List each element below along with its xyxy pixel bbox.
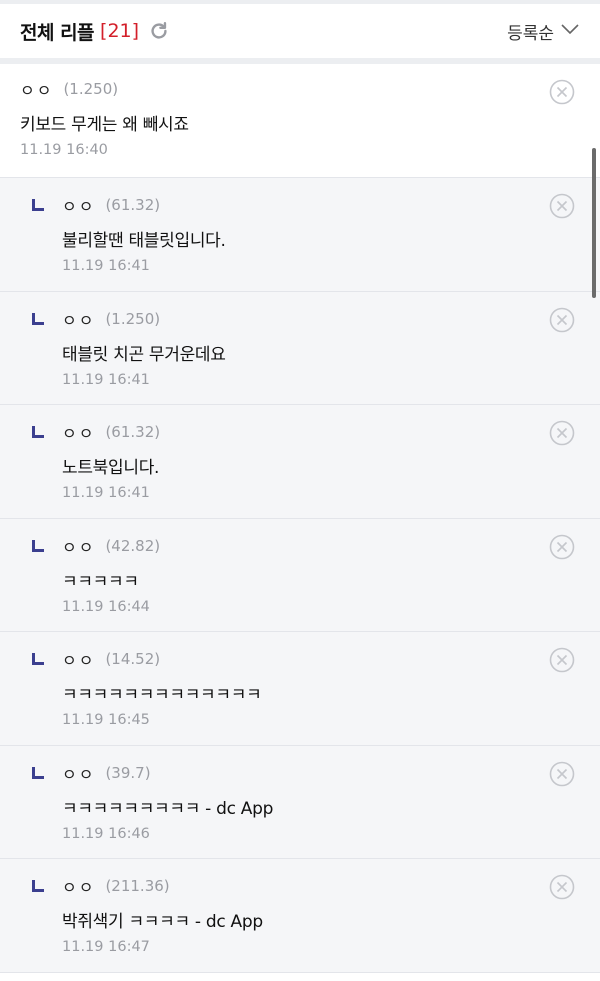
comment-date: 11.19 16:44: [62, 598, 150, 615]
reply-arrow-icon: [32, 310, 44, 325]
delete-icon[interactable]: [548, 419, 576, 447]
comment-meta: ㅇㅇ (39.7): [62, 762, 580, 784]
sort-dropdown[interactable]: 등록순: [507, 19, 580, 44]
comment-content: 키보드 무게는 왜 빼시죠: [20, 115, 189, 135]
comment-content: ㅋㅋㅋㅋㅋ: [62, 571, 139, 592]
comment-ip: (61.32): [105, 423, 161, 441]
comment-meta: ㅇㅇ (1.250): [20, 78, 580, 100]
comment-nickname[interactable]: ㅇㅇ: [62, 647, 95, 671]
comment-content: ㅋㅋㅋㅋㅋㅋㅋㅋㅋㅋㅋㅋㅋ: [62, 685, 262, 705]
comment-date: 11.19 16:46: [62, 825, 150, 842]
comment-ip: (1.250): [105, 309, 161, 328]
comment-date: 11.19 16:47: [62, 939, 150, 955]
reply-arrow-icon: [32, 764, 44, 779]
reply-arrow-icon: [32, 537, 44, 552]
scrollbar[interactable]: [592, 148, 596, 298]
comment-nickname[interactable]: ㅇㅇ: [20, 77, 53, 101]
comment-date: 11.19 16:40: [20, 142, 108, 158]
reply-item: ㅇㅇ (39.7) ㅋㅋㅋㅋㅋㅋㅋㅋㅋ - dc App 11.19 16:46: [0, 745, 600, 859]
header-title: 전체 리플: [20, 21, 95, 44]
comment-date: 11.19 16:41: [62, 371, 150, 388]
comment-ip: (42.82): [105, 536, 161, 555]
reply-arrow-icon: [32, 196, 44, 211]
delete-icon[interactable]: [548, 646, 576, 674]
sort-label: 등록순: [507, 23, 554, 44]
delete-icon[interactable]: [548, 192, 576, 220]
comment-nickname[interactable]: ㅇㅇ: [62, 193, 95, 217]
reply-item: ㅇㅇ (61.32) 불리할땐 태블릿입니다. 11.19 16:41: [0, 178, 600, 292]
comment-meta: ㅇㅇ (1.250): [62, 308, 580, 330]
comment-nickname[interactable]: ㅇㅇ: [62, 534, 95, 558]
comment-nickname[interactable]: ㅇㅇ: [62, 874, 95, 898]
reply-item: ㅇㅇ (42.82) ㅋㅋㅋㅋㅋ 11.19 16:44: [0, 518, 600, 632]
comment-ip: (14.52): [105, 650, 161, 668]
reply-item: ㅇㅇ (14.52) ㅋㅋㅋㅋㅋㅋㅋㅋㅋㅋㅋㅋㅋ 11.19 16:45: [0, 632, 600, 746]
reply-arrow-icon: [32, 650, 44, 665]
delete-icon[interactable]: [548, 873, 576, 901]
reply-item: ㅇㅇ (1.250) 태블릿 치곤 무거운데요 11.19 16:41: [0, 291, 600, 405]
comment-content: 노트북입니다.: [62, 458, 160, 478]
comment-date: 11.19 16:45: [62, 712, 150, 728]
comment-nickname[interactable]: ㅇㅇ: [62, 761, 95, 785]
comment-meta: ㅇㅇ (42.82): [62, 535, 580, 557]
comment-content: 박쥐색기 ㅋㅋㅋㅋ - dc App: [62, 912, 263, 932]
comment-item: ㅇㅇ (1.250) 키보드 무게는 왜 빼시죠 11.19 16:40: [0, 64, 600, 178]
comment-ip: (1.250): [63, 80, 119, 98]
comment-meta: ㅇㅇ (61.32): [62, 194, 580, 216]
comment-ip: (61.32): [105, 196, 161, 214]
reply-item: ㅇㅇ (61.32) 노트북입니다. 11.19 16:41: [0, 405, 600, 519]
comment-meta: ㅇㅇ (61.32): [62, 421, 580, 443]
comment-meta: ㅇㅇ (14.52): [62, 648, 580, 670]
comment-list: ㅇㅇ (1.250) 키보드 무게는 왜 빼시죠 11.19 16:40 ㅇㅇ (61.3…: [0, 64, 600, 973]
comment-meta: ㅇㅇ (211.36): [62, 875, 580, 897]
comment-date: 11.19 16:41: [62, 485, 150, 501]
chevron-down-icon: [560, 21, 580, 41]
delete-icon[interactable]: [548, 78, 576, 106]
comment-ip: (39.7): [105, 763, 151, 782]
comment-content: ㅋㅋㅋㅋㅋㅋㅋㅋㅋ - dc App: [62, 798, 274, 819]
comment-ip: (211.36): [105, 877, 170, 895]
comment-nickname[interactable]: ㅇㅇ: [62, 420, 95, 444]
reply-item: ㅇㅇ (211.36) 박쥐색기 ㅋㅋㅋㅋ - dc App 11.19 16:47: [0, 859, 600, 973]
reply-arrow-icon: [32, 877, 44, 892]
reply-arrow-icon: [32, 423, 44, 438]
delete-icon[interactable]: [548, 760, 576, 788]
delete-icon[interactable]: [548, 306, 576, 334]
comments-header: 전체 리플 [21] 등록순: [0, 4, 600, 64]
comment-nickname[interactable]: ㅇㅇ: [62, 307, 95, 331]
comment-count: [21]: [100, 20, 140, 42]
delete-icon[interactable]: [548, 533, 576, 561]
comment-date: 11.19 16:41: [62, 258, 150, 274]
refresh-icon[interactable]: [147, 19, 171, 43]
comment-content: 불리할땐 태블릿입니다.: [62, 231, 226, 251]
comment-content: 태블릿 치곤 무거운데요: [62, 344, 226, 365]
